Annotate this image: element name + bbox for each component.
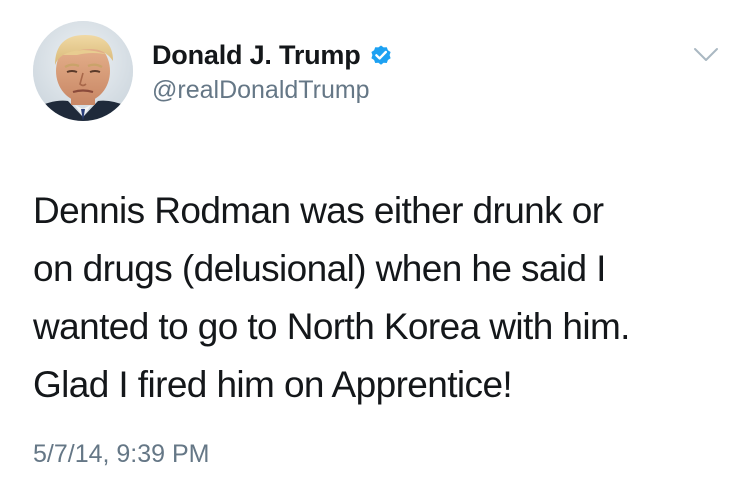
tweet-card: Donald J. Trump @realDonaldTrump Dennis … — [0, 0, 731, 482]
avatar-image — [33, 21, 133, 121]
verified-badge-icon — [369, 43, 393, 67]
tweet-text-line: Dennis Rodman was either drunk or — [33, 190, 604, 231]
avatar[interactable] — [33, 21, 133, 121]
chevron-down-icon[interactable] — [693, 46, 719, 64]
timestamp[interactable]: 5/7/14, 9:39 PM — [33, 440, 210, 469]
display-name[interactable]: Donald J. Trump — [152, 40, 361, 71]
tweet-text-line: Glad I fired him on Apprentice! — [33, 364, 513, 405]
tweet-header: Donald J. Trump @realDonaldTrump — [152, 38, 393, 105]
tweet-text-line: wanted to go to North Korea with him. — [33, 306, 630, 347]
handle[interactable]: @realDonaldTrump — [152, 76, 393, 105]
tweet-text: Dennis Rodman was either drunk or on dru… — [33, 182, 723, 414]
name-row: Donald J. Trump — [152, 38, 393, 72]
tweet-text-line: on drugs (delusional) when he said I — [33, 248, 606, 289]
